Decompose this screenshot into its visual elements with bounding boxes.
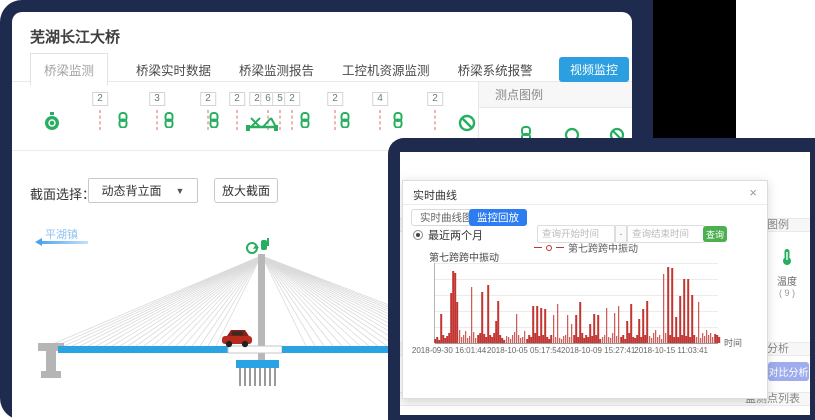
prohibition-icon	[458, 114, 476, 132]
sensor-dashed-line	[280, 110, 281, 130]
sensor-dashed-line	[292, 110, 293, 130]
chart-plot-area: 05001,0001,5002,0002,500	[434, 263, 718, 343]
tab-monitoring-report[interactable]: 桥梁监测报告	[239, 60, 314, 79]
legend-line-icon	[534, 247, 542, 248]
tab-monitor-playback[interactable]: 监控回放	[469, 209, 527, 226]
dialog-header: 实时曲线 ×	[403, 181, 767, 205]
stopwatch-icon	[43, 112, 61, 132]
legend-panel-header: 测点图例	[479, 82, 632, 108]
x-tick-label: 2018-10-09 15:27:41	[561, 346, 635, 355]
tab-system-alarm[interactable]: 桥梁系统报警	[458, 60, 533, 79]
bridge-deck-left	[58, 346, 228, 353]
prohibition-icon	[609, 126, 625, 138]
tab-bridge-monitoring[interactable]: 桥梁监测	[30, 53, 108, 86]
x-tick-label: 2018-10-05 05:17:54	[487, 346, 561, 355]
section-select-dropdown[interactable]: 动态背立面 ▼	[88, 178, 198, 203]
tab-realtime-data[interactable]: 桥梁实时数据	[136, 60, 211, 79]
link-icon	[163, 112, 175, 128]
gridline	[435, 311, 718, 312]
sensor-dashed-line	[157, 110, 158, 130]
realtime-curve-dialog: 实时曲线 × 实时曲线图 监控回放 最近两个月 - 查询 第七跨跨中振动 第七跨…	[402, 180, 768, 399]
sensor-dashed-line	[237, 110, 238, 130]
chart-bar	[671, 268, 673, 343]
sensor-count-badge: 2	[229, 92, 245, 106]
video-monitor-button[interactable]: 视频监控	[559, 57, 629, 82]
car	[222, 330, 252, 347]
sensor-count-badge: 4	[372, 92, 388, 106]
sensor-count-badge: 2	[427, 92, 443, 106]
x-tick-label: 2018-09-30 16:01:44	[412, 346, 486, 355]
tabbar: 桥梁监测 桥梁实时数据 桥梁监测报告 工控机资源监测 桥梁系统报警	[30, 56, 620, 82]
x-axis-name: 时间	[724, 336, 742, 349]
x-tick-label: 2018-10-15 11:03:41	[634, 346, 708, 355]
dialog-title: 实时曲线	[413, 187, 457, 203]
temperature-label: 温度	[772, 273, 802, 288]
sensor-count-badge: 2	[200, 92, 216, 106]
compare-analysis-button[interactable]: 对比分析	[768, 362, 809, 381]
sensor-count-badge: 2	[284, 92, 300, 106]
sensor-count-badge: 2	[327, 92, 343, 106]
gridline	[435, 295, 718, 296]
link-icon	[339, 112, 351, 128]
tower-top-sensor-icons	[247, 238, 268, 253]
link-icon	[519, 126, 533, 138]
legend-panel: 测点图例	[478, 82, 632, 138]
legend-circle-icon	[546, 245, 552, 251]
temperature-entry[interactable]: 温度 ( 9 )	[772, 248, 802, 298]
chevron-down-icon: ▼	[176, 186, 185, 196]
chart-bar	[688, 279, 690, 343]
sensor-dashed-line	[335, 110, 336, 130]
page-title: 芜湖长江大桥	[30, 26, 120, 47]
link-icon	[117, 112, 129, 128]
sensor-dashed-line	[435, 110, 436, 130]
sensor-group-icon	[245, 114, 279, 132]
foundation-piles	[240, 368, 275, 386]
bridge-deck-gap	[228, 346, 282, 353]
sensor-dashed-line	[380, 110, 381, 130]
chart-bar	[698, 302, 700, 343]
tab-ipc-resource[interactable]: 工控机资源监测	[342, 60, 430, 79]
sensor-count-badge: 2	[92, 92, 108, 106]
radio-last-two-months[interactable]	[413, 230, 423, 240]
gridline	[435, 263, 718, 264]
background-window-edge	[736, 0, 815, 142]
link-icon	[392, 112, 404, 128]
chart-bar	[718, 337, 720, 343]
black-video-region	[653, 0, 736, 138]
foundation-cap	[236, 360, 279, 368]
zoom-section-button[interactable]: 放大截面	[214, 178, 278, 203]
sensor-count-badge: 3	[149, 92, 165, 106]
section-select-label: 截面选择：	[30, 184, 95, 203]
front-window-content: 测点图例 温度 ( 9 ) 对比分析 对比分析 监测点列表 实时曲线 × 实时曲…	[400, 152, 810, 415]
link-icon	[299, 112, 311, 128]
thermometer-icon	[781, 248, 793, 266]
legend-line-icon	[556, 247, 564, 248]
section-select-value: 动态背立面	[102, 182, 162, 199]
link-icon	[208, 112, 220, 128]
gridline	[435, 279, 718, 280]
close-icon[interactable]: ×	[749, 185, 757, 200]
legend-label: 第七跨跨中振动	[568, 240, 638, 255]
temperature-count: ( 9 )	[772, 288, 802, 298]
chart-bar	[683, 279, 685, 343]
chart-bar	[667, 267, 669, 343]
sensor-dashed-line	[100, 110, 101, 130]
rotate-icon	[564, 126, 580, 138]
sensor-strip: 23222652242	[12, 88, 478, 144]
